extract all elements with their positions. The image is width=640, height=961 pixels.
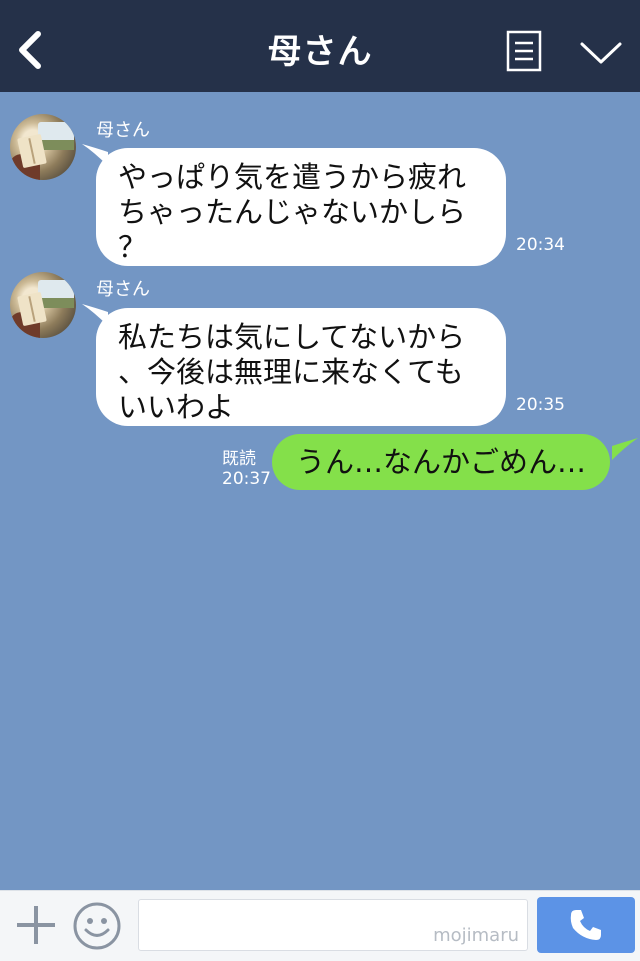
message-bubble[interactable]: 私たちは気にしてないから 、今後は無理に来なくても いいわよ xyxy=(96,308,506,426)
menu-icon xyxy=(506,30,542,72)
bubble-tail xyxy=(612,438,638,460)
sticker-button[interactable] xyxy=(72,901,122,951)
message-text-line: ？ xyxy=(118,230,148,264)
phone-icon xyxy=(570,910,601,940)
smile-icon xyxy=(73,902,121,950)
message-list[interactable]: 母さん やっぱり気を遣うから疲れ ちゃったんじゃないかしら ？ 20:34 母さ… xyxy=(0,92,640,890)
chevron-down-icon xyxy=(580,42,622,64)
message-text-line: いいわよ xyxy=(118,390,235,424)
avatar[interactable] xyxy=(10,114,76,180)
message-text-line: 、今後は無理に来なくても xyxy=(118,355,464,389)
message-time: 20:34 xyxy=(516,235,565,255)
message-input[interactable]: mojimaru xyxy=(138,899,528,951)
input-bar: mojimaru xyxy=(0,890,640,961)
message-text-line: ちゃったんじゃないかしら xyxy=(118,195,467,229)
message-bubble-outgoing[interactable]: うん…なんかごめん… xyxy=(272,434,611,490)
message-time: 20:35 xyxy=(516,395,565,415)
sender-name: 母さん xyxy=(96,120,150,141)
call-button[interactable] xyxy=(537,897,635,953)
collapse-button[interactable] xyxy=(578,38,624,68)
message-text-line: やっぱり気を遣うから疲れ xyxy=(118,160,467,194)
menu-button[interactable] xyxy=(506,30,542,72)
message-bubble[interactable]: やっぱり気を遣うから疲れ ちゃったんじゃないかしら ？ xyxy=(96,148,506,266)
message-text-line: 私たちは気にしてないから xyxy=(118,320,466,354)
message-text: うん…なんかごめん… xyxy=(296,445,587,479)
chat-title: 母さん xyxy=(267,32,373,72)
chat-header: 母さん xyxy=(0,0,640,92)
message-time: 20:37 xyxy=(222,469,271,489)
read-receipt: 既読 20:37 xyxy=(222,449,271,489)
add-button[interactable] xyxy=(14,903,58,947)
sender-name: 母さん xyxy=(96,279,150,300)
avatar[interactable] xyxy=(10,272,76,338)
watermark: mojimaru xyxy=(433,925,519,946)
plus-icon xyxy=(17,906,55,944)
read-label: 既読 xyxy=(222,449,256,469)
